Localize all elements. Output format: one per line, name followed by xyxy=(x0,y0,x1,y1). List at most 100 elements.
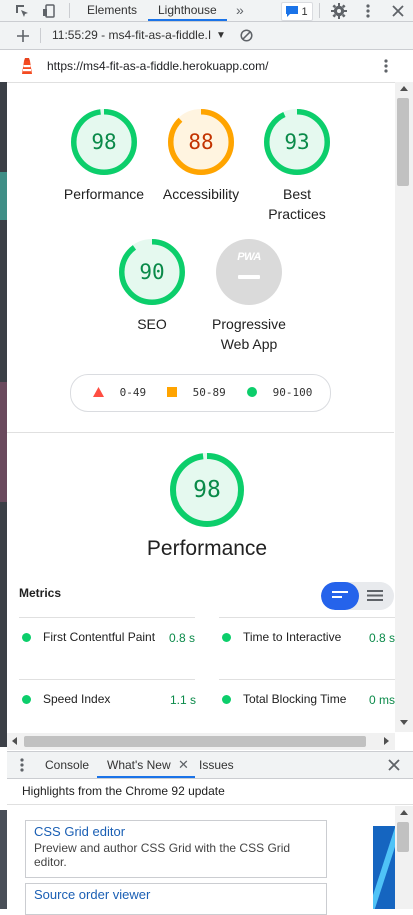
scrollbar-thumb[interactable] xyxy=(24,736,366,747)
gear-icon[interactable] xyxy=(329,1,348,20)
gauge-score: 98 xyxy=(91,130,117,154)
toolbar-separator xyxy=(319,3,320,18)
drawer-tab-console[interactable]: Console xyxy=(45,752,89,778)
section-divider xyxy=(7,432,394,433)
scroll-right-arrow-icon[interactable] xyxy=(384,737,389,745)
report-vertical-scrollbar[interactable] xyxy=(395,82,413,732)
devtools-tabbar: Elements Lighthouse » 1 xyxy=(0,0,413,22)
metric-value: 1.1 s xyxy=(170,693,197,707)
drawer-tab-whats-new[interactable]: What's New ✕ xyxy=(97,752,195,778)
issues-count: 1 xyxy=(301,5,308,18)
message-icon xyxy=(286,6,299,17)
close-icon[interactable]: ✕ xyxy=(178,757,189,772)
close-drawer-icon[interactable] xyxy=(387,758,401,772)
whats-new-highlights: Highlights from the Chrome 92 update xyxy=(7,778,413,805)
metric-name: Speed Index xyxy=(43,692,111,706)
inspect-element-icon[interactable] xyxy=(13,2,30,19)
report-horizontal-scrollbar[interactable] xyxy=(7,733,395,750)
gauge-label-accessibility: Accessibility xyxy=(162,186,240,202)
legend-item-fail: 0-49 xyxy=(93,375,146,411)
gauge-performance-large: 98 xyxy=(170,453,244,527)
metric-value: 0.8 s xyxy=(169,631,196,645)
whats-new-card[interactable]: CSS Grid editor Preview and author CSS G… xyxy=(25,820,327,878)
gauge-label-seo: SEO xyxy=(137,316,167,332)
scroll-left-arrow-icon[interactable] xyxy=(12,737,17,745)
report-url-bar: https://ms4-fit-as-a-fiddle.herokuapp.co… xyxy=(7,50,413,83)
close-icon[interactable] xyxy=(388,1,407,20)
clear-icon[interactable] xyxy=(238,27,255,44)
page-edge-teal xyxy=(0,172,7,220)
scrollbar-thumb[interactable] xyxy=(397,98,409,186)
legend-range-pass: 90-100 xyxy=(272,386,313,399)
gauge-score: 90 xyxy=(139,260,165,284)
toolbar-separator xyxy=(69,3,70,18)
drawer-tabbar: Console What's New ✕ Issues xyxy=(7,751,413,779)
legend-range-fail: 0-49 xyxy=(119,386,147,399)
tab-lighthouse[interactable]: Lighthouse xyxy=(148,0,227,21)
metric-divider xyxy=(19,679,195,680)
page-edge-strip xyxy=(0,82,7,747)
drawer-vertical-scrollbar[interactable] xyxy=(395,806,413,909)
kebab-menu-icon[interactable] xyxy=(379,57,393,75)
metric-value: 0.8 s xyxy=(369,631,395,645)
plus-icon[interactable] xyxy=(14,27,31,44)
scroll-up-arrow-icon[interactable] xyxy=(400,810,408,815)
metrics-expanded-view-button[interactable] xyxy=(359,582,394,610)
card-title[interactable]: Source order viewer xyxy=(26,884,326,902)
issues-counter[interactable]: 1 xyxy=(281,2,313,21)
lines-short-icon xyxy=(332,591,348,598)
triangle-icon xyxy=(93,387,104,397)
performance-title: Performance xyxy=(146,537,268,560)
gauge-seo[interactable]: 90 xyxy=(119,239,185,305)
kebab-menu-icon[interactable] xyxy=(358,1,377,20)
toolbar-separator xyxy=(40,28,41,43)
page-edge-mauve xyxy=(0,382,7,502)
metric-divider xyxy=(19,617,195,618)
legend-range-average: 50-89 xyxy=(192,386,226,399)
lighthouse-logo-icon xyxy=(19,57,35,75)
legend-item-average: 50-89 xyxy=(167,375,226,411)
pwa-badge[interactable]: PWA xyxy=(216,239,282,305)
lines-long-icon xyxy=(367,590,383,601)
scroll-down-arrow-icon[interactable] xyxy=(400,720,408,725)
gauge-label-pwa-line1: Progressive xyxy=(212,316,286,332)
whats-new-video-thumbnail[interactable] xyxy=(373,826,395,909)
report-selector[interactable]: 11:55:29 - ms4-fit-as-a-fiddle.I ▼ xyxy=(52,22,230,49)
metric-pass-icon xyxy=(22,633,31,642)
device-toolbar-icon[interactable] xyxy=(40,2,57,19)
tab-elements[interactable]: Elements xyxy=(87,0,137,21)
legend-item-pass: 90-100 xyxy=(247,375,312,411)
metric-name: Total Blocking Time xyxy=(243,692,347,706)
report-url[interactable]: https://ms4-fit-as-a-fiddle.herokuapp.co… xyxy=(47,50,268,82)
gauge-score: 93 xyxy=(284,130,310,154)
gauge-label-pwa-line2: Web App xyxy=(220,336,278,352)
dropdown-arrow-icon: ▼ xyxy=(216,30,226,41)
kebab-menu-icon[interactable] xyxy=(17,757,27,773)
square-icon xyxy=(167,387,177,397)
gauge-best-practices[interactable]: 93 xyxy=(264,109,330,175)
gauge-label-performance: Performance xyxy=(63,186,145,202)
more-tabs-icon[interactable]: » xyxy=(236,0,244,21)
drawer-tab-issues[interactable]: Issues xyxy=(199,752,234,778)
gauge-score: 98 xyxy=(193,477,221,503)
metrics-heading: Metrics xyxy=(19,586,62,600)
highlights-text: Highlights from the Chrome 92 update xyxy=(22,784,225,798)
scroll-up-arrow-icon[interactable] xyxy=(400,86,408,91)
metrics-compact-view-button[interactable] xyxy=(321,582,359,610)
circle-icon xyxy=(247,387,257,397)
gauge-performance[interactable]: 98 xyxy=(71,109,137,175)
metric-divider xyxy=(219,617,395,618)
metric-name: First Contentful Paint xyxy=(43,630,156,644)
gauge-label-best-practices-line2: Practices xyxy=(268,206,326,222)
whats-new-card[interactable]: Source order viewer xyxy=(25,883,327,915)
pwa-badge-text: PWA xyxy=(237,251,261,263)
scrollbar-thumb[interactable] xyxy=(397,822,409,852)
metric-pass-icon xyxy=(22,695,31,704)
gauge-accessibility[interactable]: 88 xyxy=(168,109,234,175)
metric-value: 0 ms xyxy=(369,693,395,707)
lighthouse-toolbar: 11:55:29 - ms4-fit-as-a-fiddle.I ▼ xyxy=(0,22,413,50)
gauge-label-pwa: Progressive Web App xyxy=(194,314,304,354)
gauge-label-best-practices: Best Practices xyxy=(246,184,348,224)
card-title[interactable]: CSS Grid editor xyxy=(26,821,326,839)
page-edge-strip-lower xyxy=(0,810,7,909)
